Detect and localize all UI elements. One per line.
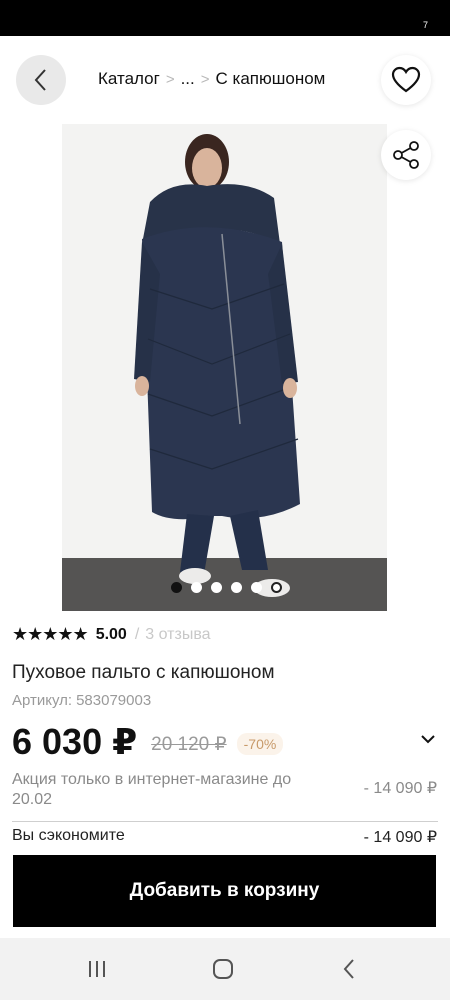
header: Каталог > ... > С капюшоном: [0, 36, 450, 124]
share-button[interactable]: [381, 130, 431, 180]
breadcrumb: Каталог > ... > С капюшоном: [98, 69, 325, 89]
heart-icon: [391, 66, 421, 93]
sku-value: 583079003: [76, 692, 152, 709]
gallery-dot[interactable]: [231, 582, 242, 593]
status-indicator: 7: [422, 20, 428, 30]
gallery-dot[interactable]: [271, 582, 282, 593]
breadcrumb-catalog[interactable]: Каталог: [98, 69, 160, 89]
breadcrumb-current[interactable]: С капюшоном: [216, 69, 326, 89]
breadcrumb-separator-icon: >: [165, 70, 175, 88]
add-to-cart-button[interactable]: Добавить в корзину: [13, 855, 436, 927]
product-title: Пуховое пальто с капюшоном: [12, 662, 275, 683]
sku-label: Артикул:: [12, 692, 73, 709]
promo-amount: - 14 090 ₽: [363, 780, 437, 797]
reviews-link[interactable]: 3 отзыва: [145, 626, 210, 644]
product-photo: [62, 124, 387, 611]
home-icon[interactable]: [208, 956, 238, 982]
current-price: 6 030 ₽: [12, 721, 138, 762]
gallery-dot[interactable]: [211, 582, 222, 593]
gallery-dot[interactable]: [191, 582, 202, 593]
star-rating-icon: ★★★★★: [12, 624, 89, 644]
old-price: 20 120 ₽: [151, 733, 227, 755]
recent-apps-icon[interactable]: [82, 956, 112, 982]
savings-label: Вы сэкономите: [12, 827, 125, 844]
rating-separator: /: [134, 625, 140, 643]
discount-badge: -70%: [236, 733, 284, 755]
gallery-dot[interactable]: [251, 582, 262, 593]
savings-amount: - 14 090 ₽: [363, 829, 437, 846]
gallery-dot-active[interactable]: [171, 582, 182, 593]
gallery-pagination: [62, 582, 387, 593]
promo-text: Акция только в интернет-магазине до 20.0…: [12, 771, 292, 808]
price-row: 6 030 ₽ 20 120 ₽ -70%: [12, 718, 438, 766]
product-sku: Артикул: 583079003: [12, 692, 151, 709]
product-image-gallery[interactable]: [62, 124, 387, 611]
back-button[interactable]: [16, 55, 66, 105]
rating-value: 5.00: [95, 625, 127, 643]
promo-row: Акция только в интернет-магазине до 20.0…: [12, 770, 438, 810]
chevron-left-icon: [34, 69, 46, 91]
chevron-down-icon[interactable]: [420, 734, 436, 744]
back-icon[interactable]: [334, 956, 364, 982]
breadcrumb-separator-icon: >: [200, 70, 210, 88]
system-nav-bar: [0, 938, 450, 1000]
status-bar: 7: [0, 0, 450, 36]
rating-row: ★★★★★ 5.00 / 3 отзыва: [12, 624, 211, 645]
share-icon: [393, 141, 419, 169]
divider: [12, 821, 438, 822]
savings-row: Вы сэкономите - 14 090 ₽: [12, 827, 438, 846]
favorite-button[interactable]: [381, 55, 431, 105]
breadcrumb-ellipsis[interactable]: ...: [181, 69, 195, 89]
